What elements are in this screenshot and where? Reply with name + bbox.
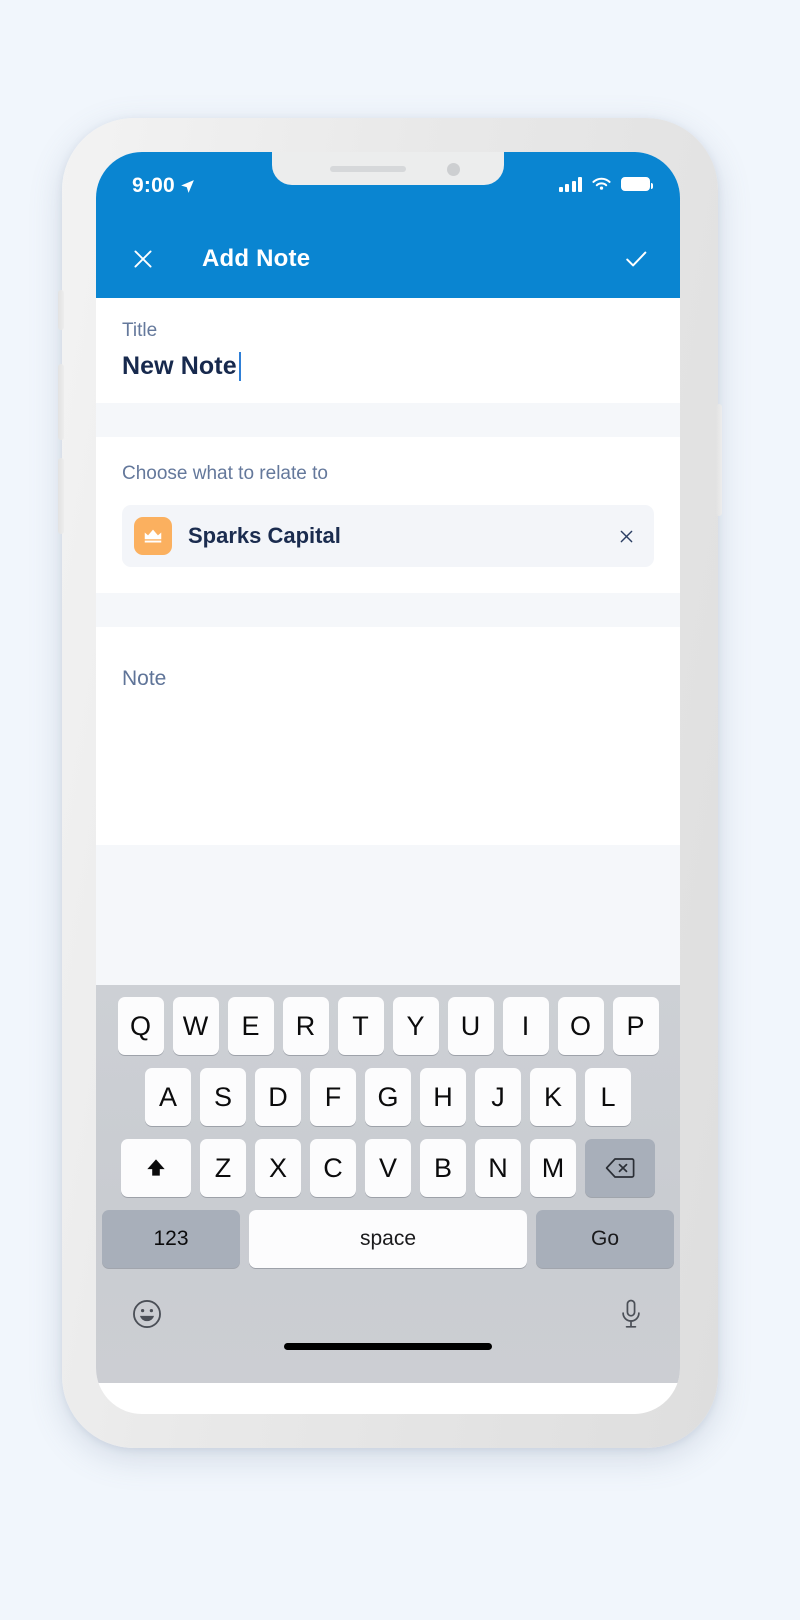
power-button[interactable] — [716, 404, 722, 516]
wifi-icon — [592, 177, 611, 190]
page-title: Add Note — [202, 245, 311, 272]
crown-icon — [134, 517, 172, 555]
screenshot-root: 9:00 Add Note Title New Note Choose what… — [0, 0, 800, 1620]
relate-field-label: Choose what to relate to — [122, 463, 328, 484]
location-arrow-icon — [180, 179, 194, 193]
checkmark-icon[interactable] — [622, 245, 650, 273]
section-divider-2 — [96, 593, 680, 627]
key-q[interactable]: Q — [117, 997, 164, 1055]
phone-frame: 9:00 Add Note Title New Note Choose what… — [58, 118, 722, 1448]
key-m[interactable]: M — [530, 1139, 576, 1197]
form-content: Title New Note Choose what to relate to — [96, 298, 680, 985]
related-entity-name: Sparks Capital — [188, 523, 341, 548]
keyboard-row-bottom: 123 space Go — [96, 1210, 680, 1268]
cellular-signal-icon — [558, 176, 582, 192]
key-o[interactable]: O — [557, 997, 604, 1055]
volume-down-button[interactable] — [58, 458, 64, 534]
title-input-value: New Note — [122, 352, 237, 380]
key-y[interactable]: Y — [392, 997, 439, 1055]
key-i[interactable]: I — [502, 997, 549, 1055]
key-v[interactable]: V — [365, 1139, 411, 1197]
key-u[interactable]: U — [447, 997, 494, 1055]
key-f[interactable]: F — [310, 1068, 356, 1126]
key-e[interactable]: E — [227, 997, 274, 1055]
earpiece-speaker-icon — [330, 166, 406, 172]
related-entity-chip[interactable]: Sparks Capital — [122, 505, 654, 567]
key-p[interactable]: P — [612, 997, 659, 1055]
keyboard-utility-bar — [96, 1268, 680, 1364]
key-z[interactable]: Z — [200, 1139, 246, 1197]
status-bar: 9:00 — [96, 152, 680, 220]
close-x-icon[interactable] — [130, 246, 156, 272]
key-w[interactable]: W — [172, 997, 219, 1055]
chip-remove-icon[interactable] — [617, 527, 636, 546]
note-field-card[interactable]: Note — [96, 627, 680, 845]
note-input-placeholder: Note — [122, 667, 167, 690]
key-c[interactable]: C — [310, 1139, 356, 1197]
keyboard-row-3: Z X C V B N M — [96, 1139, 680, 1197]
title-input[interactable]: New Note — [122, 352, 654, 381]
numeric-mode-key[interactable]: 123 — [102, 1210, 240, 1268]
notch — [272, 152, 504, 185]
key-x[interactable]: X — [255, 1139, 301, 1197]
key-s[interactable]: S — [200, 1068, 246, 1126]
key-d[interactable]: D — [255, 1068, 301, 1126]
key-j[interactable]: J — [475, 1068, 521, 1126]
keyboard-row-2: A S D F G H J K L — [96, 1068, 680, 1126]
space-key[interactable]: space — [249, 1210, 527, 1268]
front-camera-icon — [447, 163, 460, 176]
shift-arrow-icon[interactable] — [121, 1139, 191, 1197]
microphone-icon[interactable] — [616, 1298, 646, 1335]
phone-screen: 9:00 Add Note Title New Note Choose what… — [96, 152, 680, 1414]
section-divider — [96, 403, 680, 437]
key-a[interactable]: A — [145, 1068, 191, 1126]
relate-field-card: Choose what to relate to Sparks Capital — [96, 437, 680, 593]
return-go-key[interactable]: Go — [536, 1210, 674, 1268]
key-r[interactable]: R — [282, 997, 329, 1055]
battery-full-icon — [621, 177, 653, 191]
emoji-smiley-icon[interactable] — [130, 1297, 164, 1336]
key-t[interactable]: T — [337, 997, 384, 1055]
key-g[interactable]: G — [365, 1068, 411, 1126]
on-screen-keyboard: Q W E R T Y U I O P A S D F G H J K L Z … — [96, 985, 680, 1383]
keyboard-row-1: Q W E R T Y U I O P — [96, 997, 680, 1055]
text-cursor — [238, 352, 242, 381]
status-bar-indicators — [558, 176, 653, 192]
key-h[interactable]: H — [420, 1068, 466, 1126]
key-k[interactable]: K — [530, 1068, 576, 1126]
title-field-card[interactable]: Title New Note — [96, 298, 680, 403]
status-bar-time: 9:00 — [132, 174, 196, 198]
key-n[interactable]: N — [475, 1139, 521, 1197]
title-field-label: Title — [122, 320, 158, 341]
key-l[interactable]: L — [585, 1068, 631, 1126]
status-time-label: 9:00 — [132, 174, 175, 197]
key-b[interactable]: B — [420, 1139, 466, 1197]
backspace-delete-icon[interactable] — [585, 1139, 655, 1197]
content-spacer — [96, 845, 680, 985]
home-indicator[interactable] — [284, 1343, 492, 1350]
navigation-bar: Add Note — [96, 220, 680, 298]
mute-switch-button[interactable] — [58, 290, 64, 330]
volume-up-button[interactable] — [58, 364, 64, 440]
